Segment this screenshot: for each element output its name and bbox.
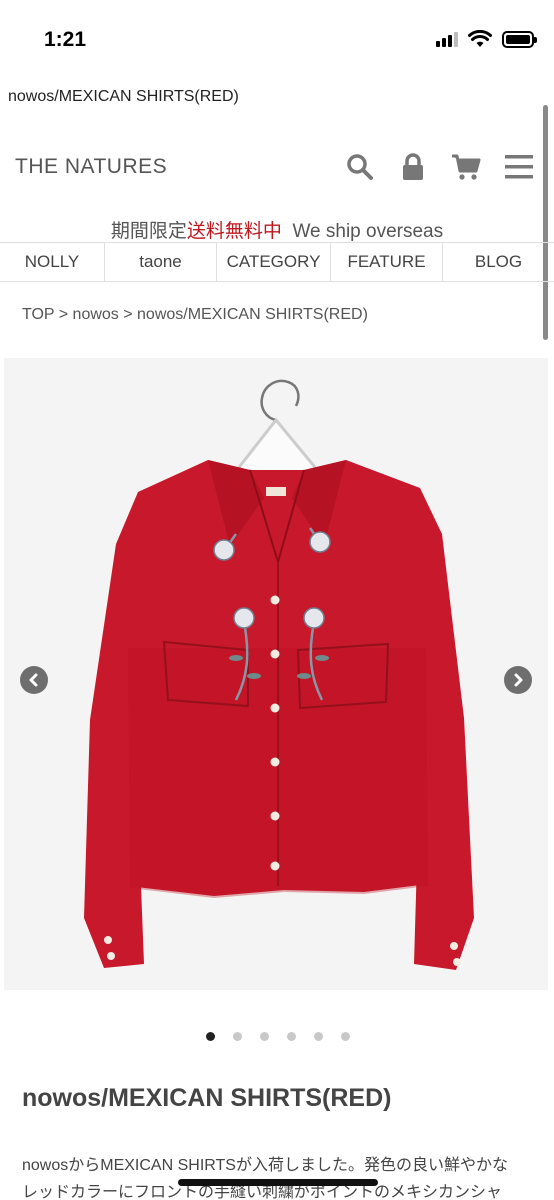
lock-icon[interactable] [398, 150, 428, 184]
nav-item-nolly[interactable]: NOLLY [0, 243, 105, 281]
next-slide-button[interactable] [504, 666, 532, 694]
site-logo[interactable]: THE NATURES [15, 155, 167, 179]
notice-prefix: 期間限定 [110, 221, 187, 242]
shirt-illustration [4, 358, 548, 990]
slide-indicators [206, 1032, 350, 1041]
slide-dot[interactable] [260, 1032, 269, 1041]
slide-dot[interactable] [206, 1032, 215, 1041]
description-line: nowosからMEXICAN SHIRTSが入荷しました。発色の良い鮮やかな [22, 1157, 508, 1174]
product-image[interactable] [4, 358, 548, 990]
slide-dot[interactable] [314, 1032, 323, 1041]
slide-dot[interactable] [341, 1032, 350, 1041]
signal-icon [436, 31, 458, 47]
slide-dot[interactable] [233, 1032, 242, 1041]
main-nav: NOLLY taone CATEGORY FEATURE BLOG [0, 242, 554, 282]
nav-item-category[interactable]: CATEGORY [217, 243, 331, 281]
chevron-left-icon [29, 673, 38, 687]
status-bar: 1:21 [0, 0, 554, 82]
nav-item-taone[interactable]: taone [105, 243, 217, 281]
header-icons [345, 150, 534, 184]
prev-slide-button[interactable] [20, 666, 48, 694]
product-description: nowosからMEXICAN SHIRTSが入荷しました。発色の良い鮮やかな レ… [22, 1152, 542, 1200]
nav-item-feature[interactable]: FEATURE [331, 243, 443, 281]
status-time: 1:21 [44, 28, 87, 51]
search-icon[interactable] [345, 150, 375, 184]
shipping-notice: 期間限定送料無料中 We ship overseas [0, 216, 554, 243]
wifi-icon [468, 30, 492, 47]
battery-icon [502, 30, 537, 48]
cart-icon[interactable] [451, 150, 481, 184]
page-title: nowos/MEXICAN SHIRTS(RED) [8, 88, 239, 105]
nav-item-blog[interactable]: BLOG [443, 243, 554, 281]
notice-highlight: 送料無料中 [186, 221, 282, 242]
breadcrumb: TOP > nowos > nowos/MEXICAN SHIRTS(RED) [22, 306, 368, 323]
home-indicator[interactable] [178, 1179, 378, 1186]
menu-icon[interactable] [504, 150, 534, 184]
status-icons [436, 30, 537, 48]
product-title: nowos/MEXICAN SHIRTS(RED) [22, 1084, 392, 1112]
slide-dot[interactable] [287, 1032, 296, 1041]
notice-suffix: We ship overseas [292, 221, 444, 242]
chevron-right-icon [514, 673, 523, 687]
